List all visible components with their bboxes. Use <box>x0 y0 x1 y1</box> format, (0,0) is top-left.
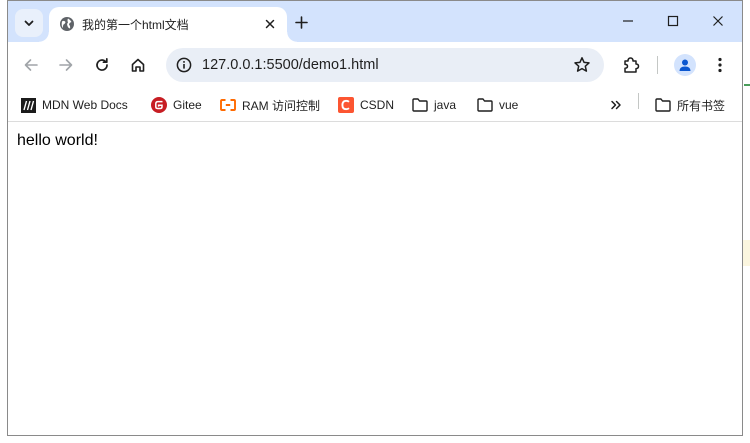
menu-button[interactable] <box>709 54 731 76</box>
globe-icon <box>60 17 74 31</box>
person-icon <box>679 59 691 71</box>
info-icon[interactable] <box>176 57 192 73</box>
all-bookmarks-label: 所有书签 <box>677 98 726 113</box>
maximize-icon <box>667 15 679 27</box>
close-icon <box>265 19 275 29</box>
tab-close-button[interactable] <box>261 15 279 33</box>
chevron-down-icon <box>24 20 34 26</box>
csdn-icon <box>338 97 354 113</box>
extensions-button[interactable] <box>620 54 642 76</box>
maximize-button[interactable] <box>653 9 693 33</box>
background-editor-fragment <box>744 84 750 86</box>
more-vertical-icon <box>718 57 722 73</box>
bookmarks-bar: MDN Web Docs Gitee RAM 访问控制 CSDN java vu… <box>8 88 742 122</box>
star-icon[interactable] <box>573 56 591 74</box>
bookmark-label: CSDN <box>360 98 395 112</box>
bookmark-label: java <box>434 98 457 112</box>
bookmark-gitee[interactable]: Gitee <box>151 95 202 115</box>
arrow-right-icon <box>59 59 73 71</box>
arrow-left-icon <box>24 59 38 71</box>
page-body-text: hello world! <box>17 132 98 149</box>
minimize-button[interactable] <box>608 9 648 33</box>
close-window-button[interactable] <box>698 9 738 33</box>
bookmarks-divider <box>638 93 639 109</box>
close-icon <box>713 16 723 26</box>
bookmark-csdn[interactable]: CSDN <box>338 95 394 115</box>
bookmark-label: RAM 访问控制 <box>242 98 321 113</box>
plus-icon <box>294 15 308 29</box>
bookmark-label: MDN Web Docs <box>42 98 128 112</box>
background-editor-highlight <box>743 240 750 266</box>
folder-icon <box>655 97 671 113</box>
toolbar: 127.0.0.1:5500/demo1.html <box>8 42 742 88</box>
reload-button[interactable] <box>91 54 113 76</box>
forward-button[interactable] <box>55 54 77 76</box>
folder-icon <box>412 97 428 113</box>
bookmarks-overflow-button[interactable] <box>610 95 622 115</box>
gitee-icon <box>151 97 167 113</box>
title-bar: 我的第一个html文档 <box>8 1 742 42</box>
reload-icon <box>96 57 108 71</box>
url-text[interactable]: 127.0.0.1:5500/demo1.html <box>202 57 379 73</box>
new-tab-button[interactable] <box>291 12 311 32</box>
active-tab[interactable]: 我的第一个html文档 <box>39 7 297 42</box>
home-icon <box>131 58 145 72</box>
puzzle-icon <box>624 57 640 73</box>
home-button[interactable] <box>127 54 149 76</box>
tab-title: 我的第一个html文档 <box>82 18 189 32</box>
bookmark-label: Gitee <box>173 98 202 112</box>
toolbar-divider <box>657 56 658 74</box>
folder-icon <box>477 97 493 113</box>
aliyun-icon <box>220 97 236 113</box>
browser-window: 我的第一个html文档 127.0.0.1:5500/demo1.html MD… <box>7 0 743 436</box>
bookmark-folder-java[interactable]: java <box>412 95 456 115</box>
mdn-icon <box>20 97 36 113</box>
bookmark-folder-vue[interactable]: vue <box>477 95 518 115</box>
bookmark-mdn[interactable]: MDN Web Docs <box>20 95 128 115</box>
chevron-double-right-icon <box>611 100 621 110</box>
minimize-icon <box>623 20 633 22</box>
profile-avatar[interactable] <box>674 54 696 76</box>
bookmark-label: vue <box>499 98 519 112</box>
back-button[interactable] <box>20 54 42 76</box>
page-content: hello world! <box>8 123 742 435</box>
all-bookmarks-folder[interactable]: 所有书签 <box>655 95 725 115</box>
address-bar[interactable]: 127.0.0.1:5500/demo1.html <box>166 48 604 82</box>
bookmark-ram[interactable]: RAM 访问控制 <box>220 95 320 115</box>
